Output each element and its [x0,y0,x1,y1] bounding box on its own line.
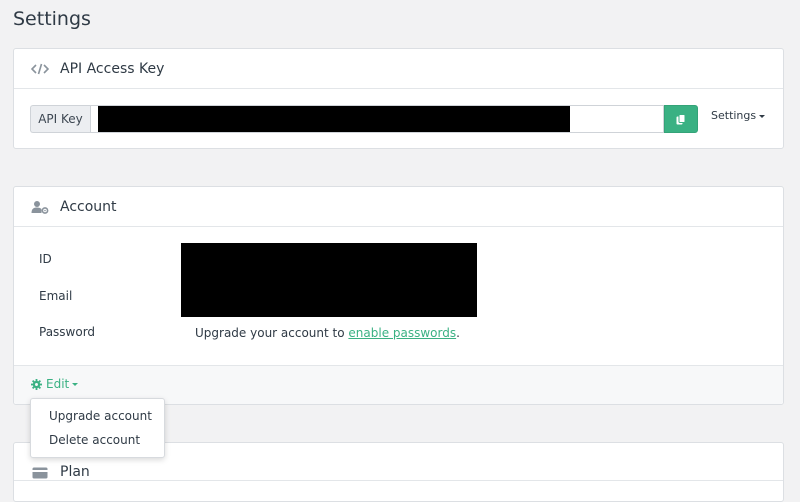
account-card: Account ID Email Password Upgrade your a… [13,186,784,405]
email-label: Email [39,289,73,303]
api-key-field[interactable] [90,105,664,133]
edit-dropdown-toggle[interactable]: Edit [31,377,79,391]
password-text: Upgrade your account to [195,326,349,340]
code-icon [31,62,49,76]
edit-dropdown-menu: Upgrade account Delete account [30,398,165,458]
account-card-title: Account [60,198,117,215]
redacted-api-key [98,106,570,132]
edit-label: Edit [46,377,70,391]
password-suffix: . [456,326,460,340]
password-label: Password [39,325,96,339]
delete-account-item[interactable]: Delete account [31,428,164,452]
api-key-input-group: API Key [30,105,698,133]
caret-down-icon [759,114,766,118]
card-icon [31,466,49,480]
api-card-title: API Access Key [60,60,165,77]
api-key-label: API Key [30,105,90,133]
api-access-key-card: API Access Key API Key Settings [13,48,784,149]
copy-button[interactable] [664,105,698,133]
api-card-header: API Access Key [14,49,783,89]
plan-card-title: Plan [60,464,90,480]
password-value: Upgrade your account to enable passwords… [195,326,460,340]
settings-dropdown-label: Settings [711,109,757,122]
gear-icon [31,378,42,390]
enable-passwords-link[interactable]: enable passwords [348,326,456,340]
user-gear-icon [31,200,49,214]
copy-icon [676,110,686,129]
id-label: ID [39,252,52,266]
redacted-account-details [181,243,477,317]
account-card-header: Account [14,187,783,227]
upgrade-account-item[interactable]: Upgrade account [31,404,164,428]
caret-down-icon [72,382,79,386]
settings-dropdown-toggle[interactable]: Settings [711,109,766,122]
page-title: Settings [13,8,91,30]
